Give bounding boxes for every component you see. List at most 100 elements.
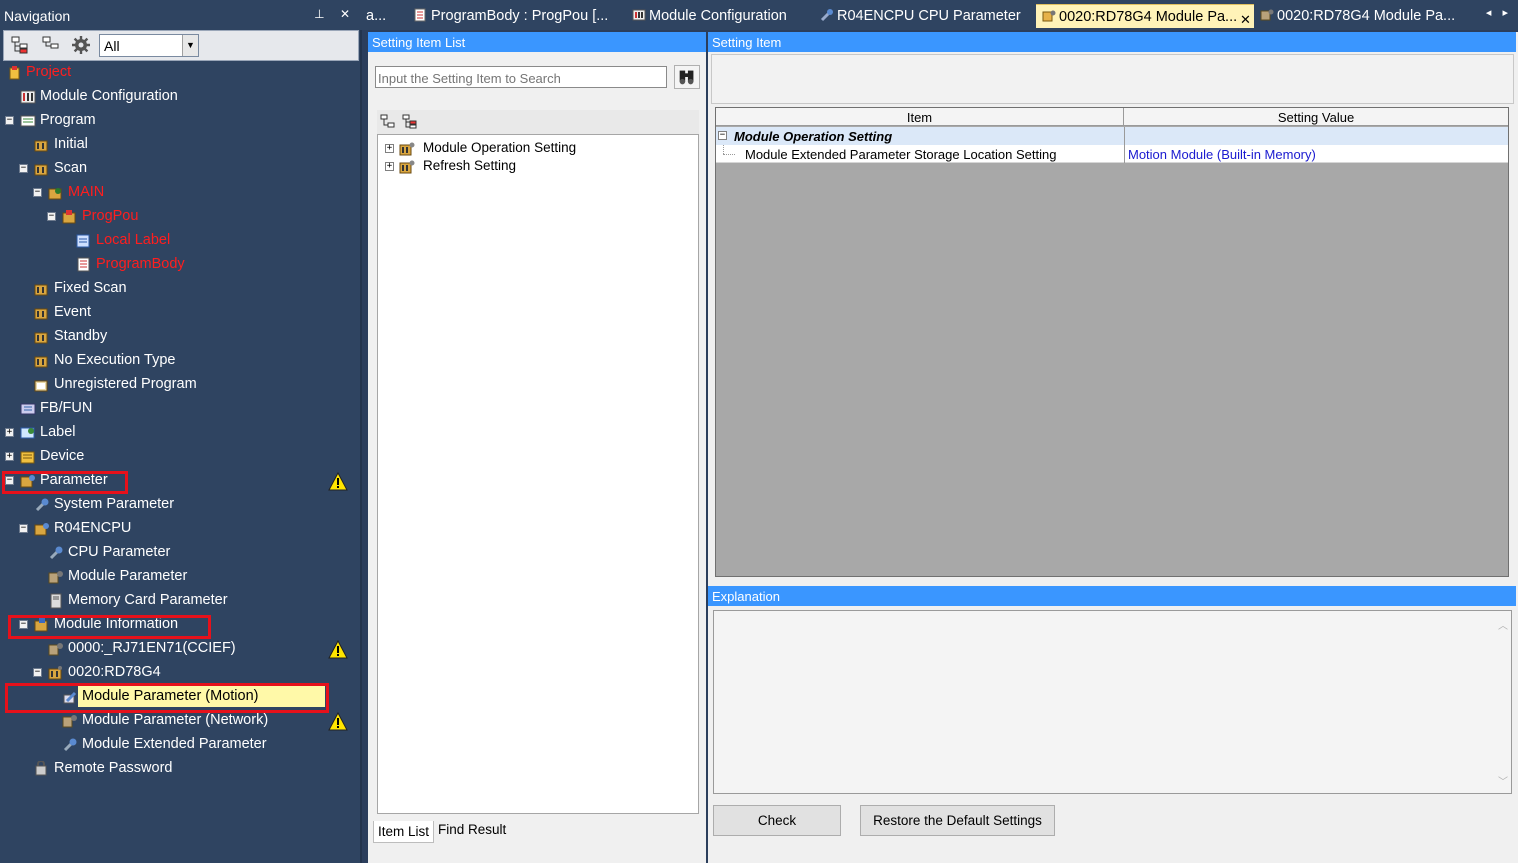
tree-item-0020-rd78g4[interactable]: − 0020:RD78G4 [0,662,360,684]
tab-module-parameter-active[interactable]: 0020:RD78G4 Module Pa... ✕ [1036,4,1254,28]
tree-item-system-parameter[interactable]: System Parameter [0,494,360,516]
collapse-icon[interactable]: − [33,668,42,677]
ladder-icon [414,8,428,22]
tab-find-result[interactable]: Find Result [434,819,510,841]
collapse-icon[interactable]: − [19,164,28,173]
tree-item-program[interactable]: − Program [0,110,360,132]
filter-select[interactable]: All ▼ [99,34,199,57]
modparam-icon [48,571,63,584]
folder-icon [34,356,48,368]
sysparam-icon [35,498,49,512]
close-icon[interactable]: ✕ [340,7,356,21]
tree-item-fb-fun[interactable]: FB/FUN [0,398,360,420]
check-button[interactable]: Check [713,805,841,836]
tree-item-cpu-parameter[interactable]: CPU Parameter [0,542,360,564]
expand-icon[interactable]: + [385,144,394,153]
tab-programbody[interactable]: ProgramBody : ProgPou [... [414,4,624,28]
warning-icon [328,640,348,659]
tree-item-progpou[interactable]: − ProgPou [0,206,360,228]
setting-item-list-title: Setting Item List [368,32,706,52]
tree-item-label: System Parameter [54,496,175,512]
label-icon [76,234,90,248]
tree-item-r04encpu[interactable]: − R04ENCPU [0,518,360,540]
collapse-icon[interactable]: − [47,212,56,221]
collapse-tree-icon[interactable] [40,34,62,56]
table-row[interactable]: Module Extended Parameter Storage Locati… [716,145,1508,163]
group-value-cell [1124,127,1508,145]
chevron-up-icon[interactable]: ︿ [1495,617,1511,632]
tree-item-label: Module Configuration [40,88,178,104]
search-input[interactable] [375,66,667,88]
tab-0[interactable]: a... [366,4,406,28]
setting-grid: Item Setting Value Module Operation Sett… [715,107,1509,577]
tree-item-label: Event [54,304,92,320]
close-tab-icon[interactable]: ✕ [1240,12,1251,28]
tree-item-scan[interactable]: − Scan [0,158,360,180]
grid-header: Item Setting Value [716,108,1508,126]
tree-item-fixed-scan[interactable]: Fixed Scan [0,278,360,300]
collapse-icon[interactable]: − [718,131,727,140]
tab-cpu-parameter[interactable]: R04ENCPU CPU Parameter [820,4,1025,28]
tree-item-module-parameter[interactable]: Module Parameter [0,566,360,588]
explanation-panel: Explanation ︿ ﹀ [708,586,1518,800]
expand-icon[interactable]: + [5,452,14,461]
highlight-module-information [8,615,211,639]
sysparam-icon [49,546,63,560]
collapse-icon[interactable]: − [5,116,14,125]
setting-item-title: Setting Item [708,32,1516,52]
module-folder-icon [399,160,415,174]
body-icon [77,257,90,272]
tree-item-label: Standby [54,328,108,344]
tree-item-label[interactable]: + Label [0,422,360,444]
row-setting-value[interactable]: Motion Module (Built-in Memory) [1124,145,1508,163]
folder-icon [34,284,48,296]
warning-icon [328,712,348,731]
expand-all-icon[interactable] [380,114,396,130]
tree-item-0000-rj71en71-ccief[interactable]: 0000:_RJ71EN71(CCIEF) [0,638,360,660]
tree-item-remote-password[interactable]: Remote Password [0,758,360,780]
expand-icon[interactable]: + [5,428,14,437]
restore-default-button[interactable]: Restore the Default Settings [860,805,1055,836]
tree-item-standby[interactable]: Standby [0,326,360,348]
tree-item-programbody[interactable]: ProgramBody [0,254,360,276]
tab-module-parameter-2[interactable]: 0020:RD78G4 Module Pa... [1260,4,1480,28]
tab-module-configuration[interactable]: Module Configuration [632,4,812,28]
collapse-icon[interactable]: − [33,188,42,197]
tab-scroll-arrows[interactable]: ◂ ▸ [1486,6,1512,19]
tree-item-module-parameter-network[interactable]: Module Parameter (Network) [0,710,360,732]
tree-item-module-configuration[interactable]: Module Configuration [0,86,360,108]
tree-item-event[interactable]: Event [0,302,360,324]
tree-item-initial[interactable]: Initial [0,134,360,156]
modparam-icon [62,715,77,728]
tree-item-module-extended-parameter[interactable]: Module Extended Parameter [0,734,360,756]
expand-icon[interactable]: + [385,162,394,171]
binoculars-icon [679,70,694,85]
scrollbar[interactable]: ︿ ﹀ [1495,611,1511,793]
folder-icon [34,140,48,152]
tree-item-project[interactable]: Project [0,62,360,84]
unreg-icon [34,380,48,392]
tree-item-no-execution-type[interactable]: No Execution Type [0,350,360,372]
collapse-icon[interactable]: − [19,524,28,533]
grid-group-row[interactable]: Module Operation Setting − [716,127,1508,145]
chevron-down-icon[interactable]: ▼ [182,35,198,56]
tree-item-memory-card-parameter[interactable]: Memory Card Parameter [0,590,360,612]
navigation-toolbar: All ▼ [3,30,359,61]
column-header-setting-value: Setting Value [1277,110,1355,125]
binoculars-search-button[interactable] [674,65,700,89]
pin-icon[interactable]: ⊥ [314,7,330,21]
show-tree-icon[interactable] [9,34,31,56]
gear-icon[interactable] [70,34,92,56]
tree-item-label: 0020:RD78G4 [68,664,161,680]
chevron-down-icon[interactable]: ﹀ [1495,773,1511,788]
tree-item-unregistered-program[interactable]: Unregistered Program [0,374,360,396]
tree-item-label: ProgramBody [96,256,185,272]
tree-item-local-label[interactable]: Local Label [0,230,360,252]
tree-item-label: Module Parameter (Network) [82,712,269,728]
rd78-icon [48,666,62,680]
modparam-icon [48,643,63,656]
collapse-all-icon[interactable] [402,114,418,130]
tab-item-list[interactable]: Item List [373,821,435,843]
tree-item-main[interactable]: − MAIN [0,182,360,204]
tree-item-device[interactable]: + Device [0,446,360,468]
